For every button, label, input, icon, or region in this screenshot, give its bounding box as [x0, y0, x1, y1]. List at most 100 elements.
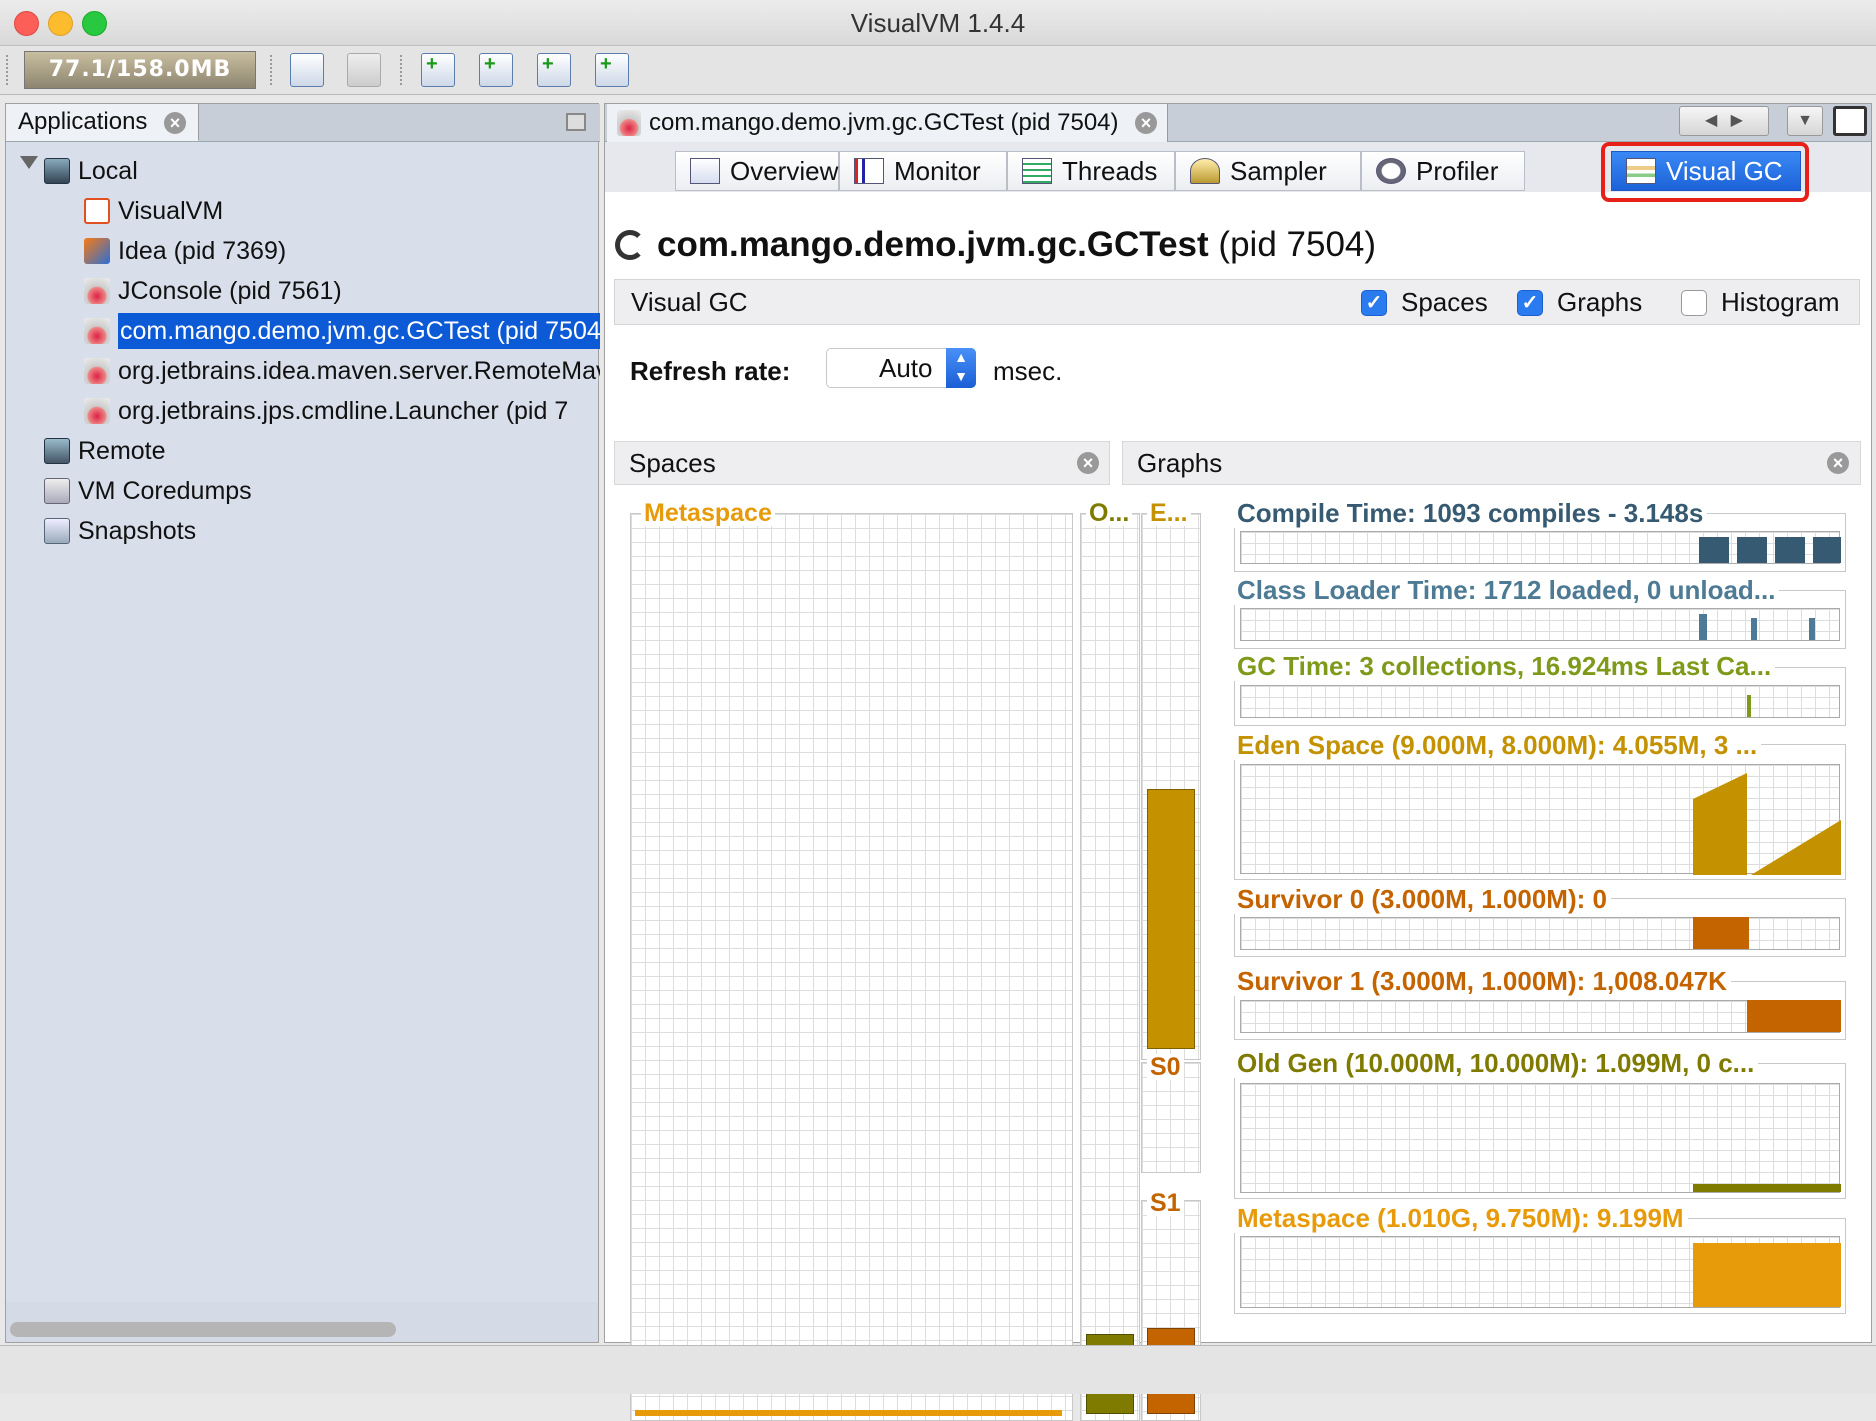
close-icon[interactable]: × — [1827, 452, 1849, 474]
idea-icon — [84, 238, 110, 264]
save-snapshot-icon — [347, 53, 381, 87]
add-vm-coredump-icon[interactable]: + — [537, 53, 571, 87]
horizontal-scrollbar[interactable] — [10, 1322, 396, 1337]
tree-node-vm-coredumps[interactable]: VM Coredumps — [44, 473, 252, 509]
gc-time-plot — [1747, 695, 1751, 717]
tab-monitor[interactable]: Monitor — [839, 151, 1007, 191]
tab-overview[interactable]: Overview — [675, 151, 839, 191]
page-title: com.mango.demo.jvm.gc.GCTest (pid 7504) — [615, 220, 1376, 270]
chevron-updown-icon: ▲ ▼ — [946, 348, 976, 388]
survivor-1-graph — [1240, 1000, 1841, 1033]
eden-graph — [1240, 764, 1841, 875]
tree-node-maven-server[interactable]: org.jetbrains.idea.maven.server.RemoteMa… — [84, 353, 600, 389]
java-icon — [84, 398, 110, 424]
tree-node-local[interactable]: Local — [44, 153, 138, 189]
expand-local-icon[interactable] — [20, 156, 38, 169]
tree-node-snapshots[interactable]: Snapshots — [44, 513, 196, 549]
eden-space — [1141, 513, 1201, 1060]
tab-profiler[interactable]: Profiler — [1361, 151, 1525, 191]
window-title: VisualVM 1.4.4 — [850, 8, 1026, 38]
memory-usage-indicator[interactable]: 77.1/158.0MB — [24, 51, 256, 89]
metaspace-fill — [635, 1410, 1062, 1416]
survivor-0-graph — [1240, 917, 1840, 950]
checkbox-checked-icon: ✓ — [1361, 290, 1387, 316]
add-jmx-connection-icon[interactable]: + — [479, 53, 513, 87]
histogram-checkbox[interactable]: Histogram — [1681, 280, 1839, 324]
gc-time-graph — [1240, 685, 1840, 718]
tree-node-jps-launcher[interactable]: org.jetbrains.jps.cmdline.Launcher (pid … — [84, 393, 600, 429]
tree-node-idea[interactable]: Idea (pid 7369) — [84, 233, 286, 269]
metaspace-space — [630, 513, 1073, 1421]
add-host-icon[interactable]: + — [421, 53, 455, 87]
graphs-checkbox[interactable]: ✓ Graphs — [1517, 280, 1642, 324]
java-icon — [84, 358, 110, 384]
toolbar-separator — [270, 55, 272, 85]
class-loader-plot — [1699, 614, 1707, 640]
computer-icon — [44, 158, 70, 184]
tree-node-jconsole[interactable]: JConsole (pid 7561) — [84, 273, 342, 309]
eden-plot — [1693, 773, 1841, 875]
old-gen-label: O... — [1086, 500, 1133, 526]
tree-node-gctest[interactable]: com.mango.demo.jvm.gc.GCTest (pid 7504) — [84, 313, 600, 349]
close-icon[interactable]: × — [1135, 112, 1157, 134]
metaspace-plot — [1693, 1243, 1841, 1307]
toolbar-grip — [6, 55, 8, 85]
class-loader-plot — [1809, 618, 1815, 640]
threads-icon — [1022, 158, 1052, 184]
tab-threads[interactable]: Threads — [1007, 151, 1175, 191]
compile-time-plot — [1699, 537, 1841, 563]
tab-scroll-buttons[interactable]: ◀ ▶ — [1679, 106, 1769, 136]
survivor-1-plot — [1747, 1000, 1841, 1032]
spaces-pane-title: Spaces — [629, 448, 716, 478]
snapshots-icon — [44, 518, 70, 544]
overview-icon — [690, 158, 720, 184]
spaces-checkbox[interactable]: ✓ Spaces — [1361, 280, 1488, 324]
document-tab-bar: com.mango.demo.jvm.gc.GCTest (pid 7504) … — [605, 104, 1871, 142]
tree-node-remote[interactable]: Remote — [44, 433, 166, 469]
compile-time-graph — [1240, 531, 1841, 564]
compile-time-title: Compile Time: 1093 compiles - 3.148s — [1233, 498, 1708, 528]
class-loader-title: Class Loader Time: 1712 loaded, 0 unload… — [1233, 575, 1780, 605]
old-gen-space — [1080, 513, 1140, 1421]
document-tab-label: com.mango.demo.jvm.gc.GCTest (pid 7504) — [649, 109, 1119, 136]
visual-gc-tab-highlight — [1601, 142, 1809, 202]
tab-sampler[interactable]: Sampler — [1175, 151, 1361, 191]
zoom-window-button[interactable] — [82, 11, 107, 36]
applications-tab[interactable]: Applications × — [6, 104, 199, 141]
main-toolbar: 77.1/158.0MB + + + + — [0, 47, 1876, 95]
minimize-window-button[interactable] — [48, 11, 73, 36]
applications-panel: Applications × Local VisualVM Idea (pid … — [5, 103, 600, 1343]
loading-spinner-icon — [615, 230, 645, 260]
toolbar-separator — [400, 55, 402, 85]
survivor-1-title: Survivor 1 (3.000M, 1.000M): 1,008.047K — [1233, 966, 1731, 996]
title-bar: VisualVM 1.4.4 — [0, 0, 1876, 46]
visual-gc-options-bar: Visual GC ✓ Spaces ✓ Graphs Histogram — [614, 279, 1860, 325]
checkbox-unchecked-icon — [1681, 290, 1707, 316]
applications-tab-label: Applications — [18, 108, 148, 135]
metaspace-label: Metaspace — [641, 500, 775, 526]
tree-node-visualvm[interactable]: VisualVM — [84, 193, 223, 229]
document-tab[interactable]: com.mango.demo.jvm.gc.GCTest (pid 7504) … — [607, 104, 1168, 142]
survivor-0-label: S0 — [1147, 1054, 1184, 1080]
gc-time-title: GC Time: 3 collections, 16.924ms Last Ca… — [1233, 651, 1776, 681]
eden-label: E... — [1147, 500, 1191, 526]
metaspace-title: Metaspace (1.010G, 9.750M): 9.199M — [1233, 1203, 1688, 1233]
metaspace-graph — [1240, 1236, 1841, 1308]
minimize-panel-icon[interactable] — [566, 113, 586, 131]
old-gen-plot — [1693, 1184, 1841, 1192]
open-snapshot-icon[interactable] — [290, 53, 324, 87]
close-icon[interactable]: × — [1077, 452, 1099, 474]
tab-list-dropdown-icon[interactable]: ▼ — [1787, 106, 1823, 136]
sampler-icon — [1190, 158, 1220, 184]
survivor-1-label: S1 — [1147, 1190, 1184, 1216]
refresh-rate-unit: msec. — [993, 356, 1063, 386]
profiler-icon — [1376, 158, 1406, 184]
survivor-0-plot — [1693, 917, 1749, 949]
maximize-window-icon[interactable] — [1833, 106, 1867, 136]
close-icon[interactable]: × — [164, 112, 186, 134]
refresh-rate-select[interactable]: Auto ▲ ▼ — [826, 348, 976, 388]
old-gen-graph — [1240, 1083, 1841, 1193]
add-application-snapshot-icon[interactable]: + — [595, 53, 629, 87]
close-window-button[interactable] — [14, 11, 39, 36]
spaces-pane-header: Spaces × — [614, 441, 1110, 485]
